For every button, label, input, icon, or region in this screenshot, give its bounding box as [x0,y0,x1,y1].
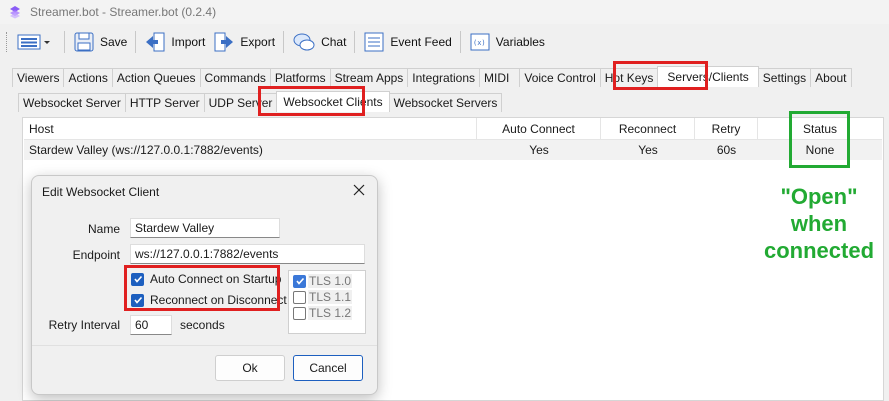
grid-header: Host Auto Connect Reconnect Retry Status [24,117,882,140]
reconnect-check-icon [131,293,144,307]
table-row[interactable]: Stardew Valley (ws://127.0.0.1:7882/even… [24,140,882,160]
dialog-title: Edit Websocket Client [42,185,160,199]
menu-dropdown-button[interactable] [13,28,60,56]
cell-status: None [805,143,835,157]
websocket-clients-grid: Host Auto Connect Reconnect Retry Status… [24,117,882,160]
tls-1-0-check-icon [293,274,306,288]
column-status[interactable]: Status [758,118,882,140]
name-field[interactable]: Stardew Valley [130,218,280,238]
tab-voice-control[interactable]: Voice Control [519,68,601,87]
toolbar-grip[interactable] [6,32,9,52]
tls-1-2-label: TLS 1.2 [308,306,353,320]
close-icon[interactable] [351,182,367,198]
reconnect-checkbox[interactable]: Reconnect on Disconnect [131,293,287,307]
annotation-line-1: "Open" [780,184,858,209]
cell-retry: 60s [716,143,737,157]
import-label: Import [171,35,206,49]
tab-websocket-servers[interactable]: Websocket Servers [388,93,503,112]
ok-button[interactable]: Ok [215,355,285,381]
tab-websocket-server[interactable]: Websocket Server [18,93,126,112]
annotation-line-3: connected [763,238,875,263]
tab-actions[interactable]: Actions [63,68,113,87]
auto-connect-checkbox[interactable]: Auto Connect on Startup [131,272,281,286]
title-bar: Streamer.bot - Streamer.bot (0.2.4) [0,0,889,24]
variables-icon: (x) [470,33,490,51]
import-icon [146,32,165,52]
tab-hot-keys[interactable]: Hot Keys [599,68,659,87]
column-auto-connect[interactable]: Auto Connect [477,117,601,140]
tab-stream-apps[interactable]: Stream Apps [329,68,409,87]
tab-servers-clients[interactable]: Servers/Clients [657,66,759,87]
name-label: Name [87,222,120,236]
sub-tab-bar: Websocket Server HTTP Server UDP Server … [18,91,503,112]
chat-label: Chat [321,35,347,49]
export-icon [214,32,234,52]
status-annotation: "Open" when connected [752,183,886,264]
cell-reconnect: Yes [638,143,658,157]
svg-text:(x): (x) [473,39,486,47]
tab-midi[interactable]: MIDI [479,68,521,87]
window-title: Streamer.bot - Streamer.bot (0.2.4) [30,5,217,19]
tab-websocket-clients[interactable]: Websocket Clients [276,91,390,112]
retry-interval-label: Retry Interval [48,318,120,332]
tab-platforms[interactable]: Platforms [269,68,331,87]
cell-auto-connect: Yes [529,143,549,157]
endpoint-field[interactable]: ws://127.0.0.1:7882/events [130,244,365,264]
save-label: Save [100,35,128,49]
auto-connect-label: Auto Connect on Startup [150,272,282,286]
tls-1-2-check-icon [293,306,306,320]
tls-1-1-label: TLS 1.1 [308,290,353,304]
event-feed-label: Event Feed [390,35,452,49]
variables-button[interactable]: (x) Variables [465,28,549,56]
tab-settings[interactable]: Settings [757,68,812,87]
menu-icon [17,34,50,50]
cancel-button[interactable]: Cancel [293,355,363,381]
reconnect-label: Reconnect on Disconnect [150,293,287,307]
event-feed-button[interactable]: Event Feed [359,28,455,56]
tab-viewers[interactable]: Viewers [12,68,65,87]
column-reconnect[interactable]: Reconnect [601,117,695,140]
tls-1-0-label: TLS 1.0 [308,274,353,288]
column-retry[interactable]: Retry [695,117,758,140]
tab-integrations[interactable]: Integrations [407,68,481,87]
cell-host: Stardew Valley (ws://127.0.0.1:7882/even… [29,143,263,157]
variables-label: Variables [495,35,545,49]
tls-1-2-checkbox[interactable]: TLS 1.2 [293,306,353,320]
tls-1-0-checkbox[interactable]: TLS 1.0 [293,274,353,288]
main-tab-bar: Viewers Actions Action Queues Commands P… [12,66,852,87]
tab-http-server[interactable]: HTTP Server [124,93,205,112]
tab-action-queues[interactable]: Action Queues [111,68,201,87]
tab-commands[interactable]: Commands [199,68,271,87]
edit-websocket-client-dialog: Edit Websocket Client Name Stardew Valle… [31,175,378,395]
chat-icon [293,33,315,51]
chat-button[interactable]: Chat [288,28,350,56]
tls-1-1-checkbox[interactable]: TLS 1.1 [293,290,353,304]
retry-interval-field[interactable]: 60 [130,315,172,335]
save-icon [74,32,94,52]
dialog-footer: Ok Cancel [32,345,377,394]
auto-connect-check-icon [131,272,144,286]
annotation-line-2: when [790,211,848,236]
event-feed-icon [364,32,384,52]
tls-list: TLS 1.0 TLS 1.1 TLS 1.2 [288,270,366,334]
save-button[interactable]: Save [69,28,131,56]
export-label: Export [240,35,276,49]
tls-1-1-check-icon [293,290,306,304]
toolbar: Save Import Export Chat Event Feed (x) V… [0,26,889,58]
column-host[interactable]: Host [24,117,477,140]
import-button[interactable]: Import [140,28,209,56]
streamerbot-logo-icon [10,6,20,19]
retry-unit-label: seconds [180,318,225,332]
tab-about[interactable]: About [810,68,852,87]
tab-udp-server[interactable]: UDP Server [203,93,278,112]
endpoint-label: Endpoint [72,248,120,262]
export-button[interactable]: Export [209,28,279,56]
